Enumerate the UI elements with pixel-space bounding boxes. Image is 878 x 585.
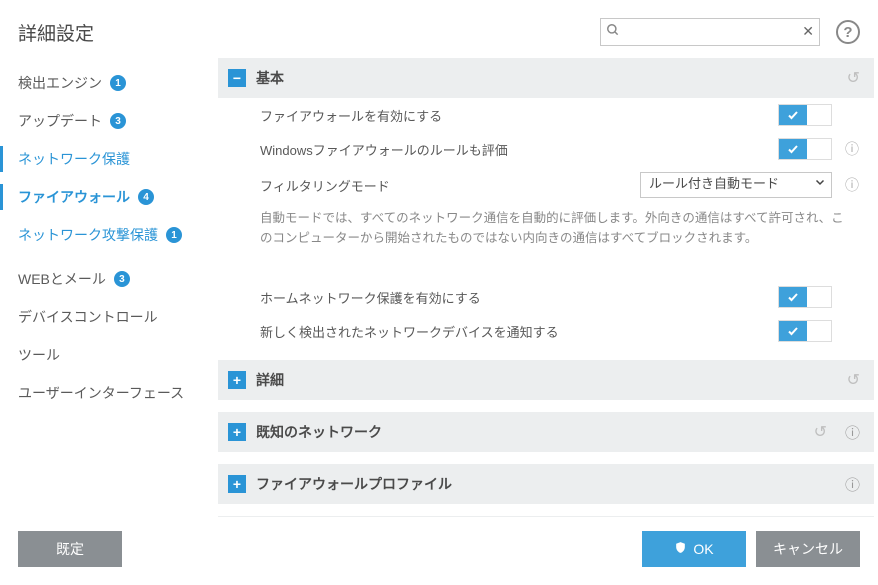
- row-label: ホームネットワーク保護を有効にする: [260, 288, 766, 307]
- info-icon[interactable]: ⓘ: [844, 141, 860, 157]
- expand-icon[interactable]: +: [228, 475, 246, 493]
- toggle-eval-windows-fw[interactable]: [778, 138, 832, 160]
- row-label: 新しく検出されたネットワークデバイスを通知する: [260, 322, 766, 341]
- default-button[interactable]: 既定: [18, 531, 122, 567]
- sidebar-item-ui[interactable]: ユーザーインターフェース: [0, 374, 218, 412]
- section-header-advanced: + 詳細 ↺: [218, 360, 874, 400]
- row-home-network: ホームネットワーク保護を有効にする ⓘ: [218, 280, 874, 314]
- sidebar-item-device-control[interactable]: デバイスコントロール: [0, 298, 218, 336]
- sidebar-item-label: ネットワーク攻撃保護: [18, 225, 158, 245]
- revert-icon[interactable]: ↺: [814, 422, 827, 442]
- row-enable-firewall: ファイアウォールを有効にする ⓘ: [218, 98, 874, 132]
- badge: 3: [114, 271, 130, 287]
- row-eval-windows-fw: Windowsファイアウォールのルールも評価 ⓘ: [218, 132, 874, 166]
- section-title: 既知のネットワーク: [256, 422, 804, 442]
- row-label: Windowsファイアウォールのルールも評価: [260, 140, 766, 159]
- sidebar: 検出エンジン 1 アップデート 3 ネットワーク保護 ファイアウォール 4 ネッ…: [0, 58, 218, 517]
- revert-icon[interactable]: ↺: [847, 370, 860, 390]
- search-input[interactable]: [600, 18, 820, 46]
- clear-search-icon[interactable]: ✕: [802, 23, 814, 40]
- toggle-home-network[interactable]: [778, 286, 832, 308]
- sidebar-item-label: デバイスコントロール: [18, 307, 158, 327]
- check-icon: [779, 139, 807, 159]
- sidebar-item-network-attack-protection[interactable]: ネットワーク攻撃保護 1: [0, 216, 218, 254]
- toggle-enable-firewall[interactable]: [778, 104, 832, 126]
- badge: 1: [110, 75, 126, 91]
- sidebar-item-network-protection[interactable]: ネットワーク保護: [0, 140, 218, 178]
- sidebar-item-detection-engine[interactable]: 検出エンジン 1: [0, 64, 218, 102]
- info-icon[interactable]: ⓘ: [845, 474, 860, 495]
- help-icon[interactable]: ?: [836, 20, 860, 44]
- cancel-button[interactable]: キャンセル: [756, 531, 860, 567]
- sidebar-item-tools[interactable]: ツール: [0, 336, 218, 374]
- section-title: 詳細: [256, 370, 837, 390]
- section-header-firewall-profiles: + ファイアウォールプロファイル ⓘ: [218, 464, 874, 504]
- section-header-known-networks: + 既知のネットワーク ↺ ⓘ: [218, 412, 874, 452]
- collapse-icon[interactable]: −: [228, 69, 246, 87]
- section-title: 基本: [256, 68, 837, 88]
- badge: 4: [138, 189, 154, 205]
- revert-icon[interactable]: ↺: [847, 68, 860, 88]
- search-container: ✕: [600, 18, 820, 46]
- filter-mode-description: 自動モードでは、すべてのネットワーク通信を自動的に評価します。外向きの通信はすべ…: [218, 204, 874, 262]
- content-panel: − 基本 ↺ ファイアウォールを有効にする ⓘ Windowsファイアウォールの…: [218, 58, 878, 517]
- sidebar-item-label: WEBとメール: [18, 269, 106, 289]
- sidebar-item-firewall[interactable]: ファイアウォール 4: [0, 178, 218, 216]
- sidebar-item-label: 検出エンジン: [18, 73, 102, 93]
- badge: 3: [110, 113, 126, 129]
- check-icon: [779, 321, 807, 341]
- ok-label: OK: [693, 541, 713, 557]
- sidebar-item-label: ネットワーク保護: [18, 149, 130, 169]
- row-label: ファイアウォールを有効にする: [260, 106, 766, 125]
- ok-button[interactable]: OK: [642, 531, 746, 567]
- filtering-mode-select[interactable]: ルール付き自動モード: [640, 172, 832, 198]
- info-icon[interactable]: ⓘ: [844, 177, 860, 193]
- sidebar-item-label: ファイアウォール: [18, 187, 130, 207]
- sidebar-item-update[interactable]: アップデート 3: [0, 102, 218, 140]
- page-title: 詳細設定: [18, 19, 584, 46]
- sidebar-item-label: ユーザーインターフェース: [18, 383, 184, 403]
- row-notify-new-devices: 新しく検出されたネットワークデバイスを通知する ⓘ: [218, 314, 874, 348]
- section-title: ファイアウォールプロファイル: [256, 474, 827, 494]
- expand-icon[interactable]: +: [228, 371, 246, 389]
- row-label: フィルタリングモード: [260, 176, 628, 195]
- sidebar-item-web-email[interactable]: WEBとメール 3: [0, 260, 218, 298]
- badge: 1: [166, 227, 182, 243]
- shield-icon: [674, 541, 687, 557]
- row-filter-mode: フィルタリングモード ルール付き自動モード ⓘ: [218, 166, 874, 204]
- section-header-basic: − 基本 ↺: [218, 58, 874, 98]
- toggle-notify-new-devices[interactable]: [778, 320, 832, 342]
- check-icon: [779, 105, 807, 125]
- sidebar-item-label: ツール: [18, 345, 60, 365]
- sidebar-item-label: アップデート: [18, 111, 102, 131]
- info-icon[interactable]: ⓘ: [845, 422, 860, 443]
- expand-icon[interactable]: +: [228, 423, 246, 441]
- check-icon: [779, 287, 807, 307]
